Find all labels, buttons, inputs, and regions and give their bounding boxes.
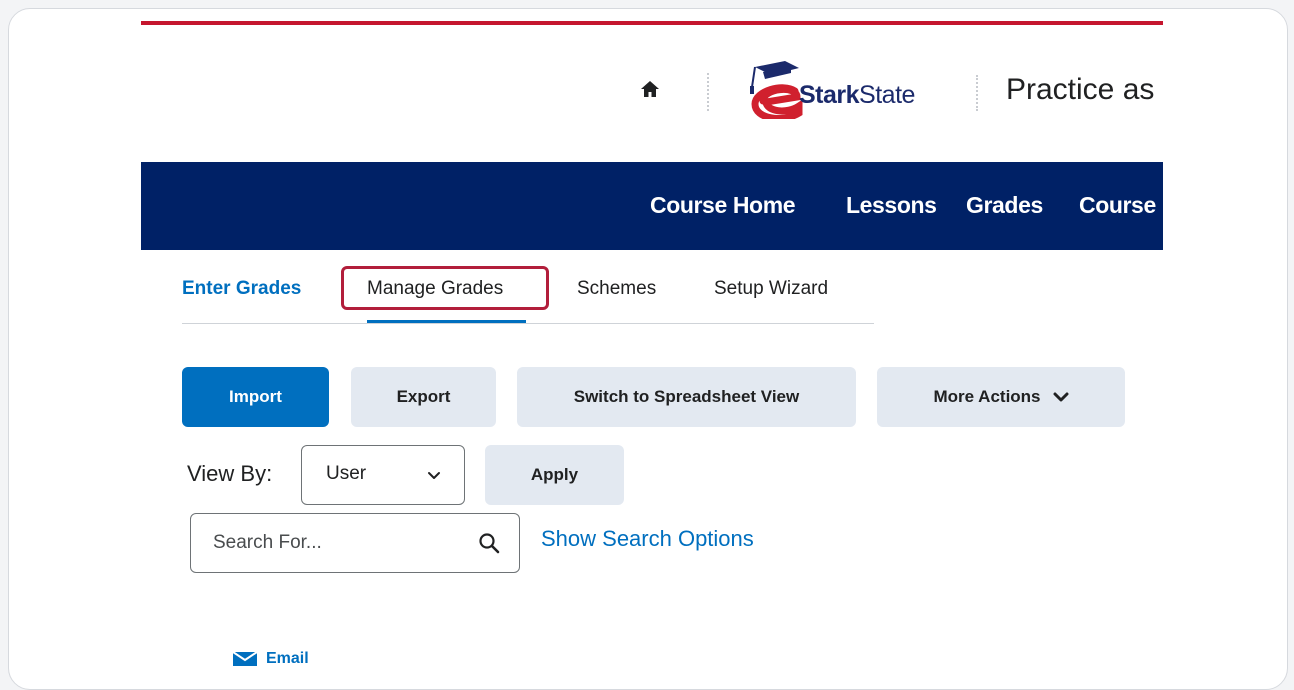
header-separator — [707, 73, 709, 111]
more-actions-button[interactable]: More Actions — [877, 367, 1125, 427]
nav-course-home[interactable]: Course Home — [650, 192, 796, 219]
view-by-selected-value: User — [326, 463, 367, 484]
view-by-select[interactable]: User — [301, 445, 465, 505]
chevron-down-icon — [1053, 392, 1069, 402]
search-box — [190, 513, 520, 573]
course-navbar: Course Home Lessons Grades Course — [141, 162, 1163, 250]
import-button[interactable]: Import — [182, 367, 329, 427]
screenshot-card: StarkState Practice as Course Home Lesso… — [8, 8, 1288, 690]
course-title[interactable]: Practice as — [1006, 73, 1154, 107]
tab-setup-wizard[interactable]: Setup Wizard — [714, 278, 828, 300]
show-search-options-link[interactable]: Show Search Options — [541, 526, 754, 552]
course-page: StarkState Practice as Course Home Lesso… — [141, 21, 1163, 689]
search-icon[interactable] — [477, 531, 501, 555]
email-label: Email — [266, 650, 309, 667]
home-icon[interactable] — [640, 79, 660, 99]
nav-lessons[interactable]: Lessons — [846, 192, 937, 219]
email-link[interactable]: Email — [233, 650, 309, 668]
export-button[interactable]: Export — [351, 367, 496, 427]
more-actions-label: More Actions — [933, 387, 1041, 406]
email-icon — [233, 652, 257, 666]
logo-text-state: State — [859, 81, 915, 109]
grades-tabs: Enter Grades Manage Grades Schemes Setup… — [182, 266, 876, 325]
view-by-label: View By: — [187, 461, 273, 486]
switch-spreadsheet-view-button[interactable]: Switch to Spreadsheet View — [517, 367, 856, 427]
tab-schemes[interactable]: Schemes — [577, 278, 656, 300]
search-input[interactable] — [213, 528, 453, 558]
logo-text-stark: Stark — [799, 81, 860, 109]
header-separator — [976, 75, 978, 111]
top-accent-line — [141, 21, 1163, 25]
chevron-down-icon — [428, 472, 440, 479]
tabs-divider — [182, 323, 874, 324]
nav-course[interactable]: Course — [1079, 192, 1156, 219]
apply-button[interactable]: Apply — [485, 445, 624, 505]
tab-enter-grades[interactable]: Enter Grades — [182, 278, 301, 300]
nav-grades[interactable]: Grades — [966, 192, 1043, 219]
tab-highlight-box — [341, 266, 549, 310]
